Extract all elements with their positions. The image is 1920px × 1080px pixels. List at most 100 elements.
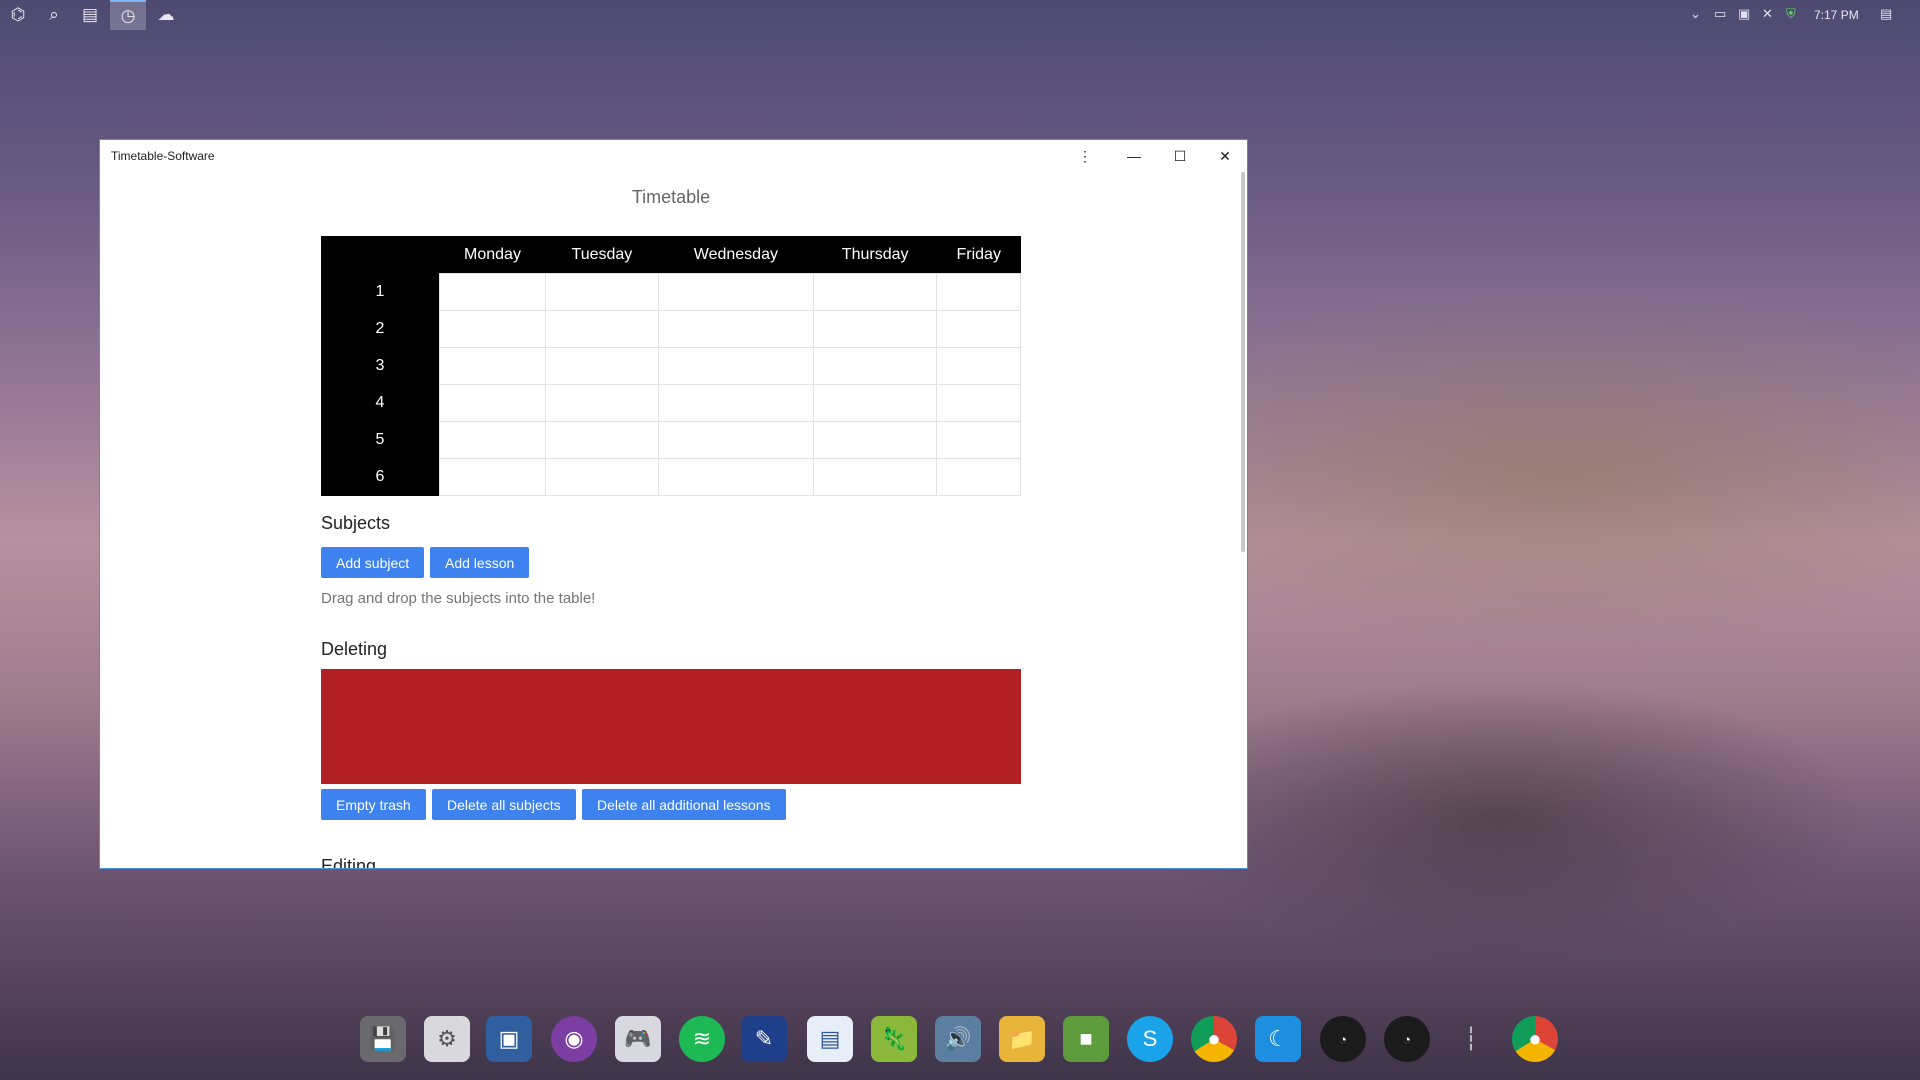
cloud-app-icon[interactable]: ☁ — [148, 2, 184, 28]
deleting-heading: Deleting — [321, 639, 388, 659]
lesson-cell[interactable] — [812, 421, 938, 459]
skype-icon[interactable]: S — [1127, 1016, 1173, 1062]
table-row: 4 — [321, 384, 1021, 422]
notifications-icon[interactable]: ▤ — [1880, 6, 1892, 22]
lesson-cell[interactable] — [657, 384, 814, 422]
subjects-heading: Subjects — [321, 513, 391, 533]
github-icon[interactable]: ◉ — [551, 1016, 597, 1062]
lesson-cell[interactable] — [936, 273, 1021, 311]
spotify-icon[interactable]: ≋ — [679, 1016, 725, 1062]
chrome-icon-2[interactable]: ● — [1512, 1016, 1558, 1062]
lesson-cell[interactable] — [936, 347, 1021, 385]
timetable: Monday Tuesday Wednesday Thursday Friday… — [321, 236, 1021, 496]
app-window: Timetable-Software ⋮ — ☐ ✕ Timetable Mon… — [99, 139, 1248, 869]
paint-icon[interactable]: ✎ — [741, 1016, 787, 1062]
period-cell: 6 — [321, 458, 440, 496]
lesson-cell[interactable] — [544, 347, 659, 385]
lesson-cell[interactable] — [544, 384, 659, 422]
table-row: 3 — [321, 347, 1021, 385]
add-subject-button[interactable]: Add subject — [321, 547, 425, 578]
chevron-up-icon[interactable]: ⌄ — [1690, 6, 1701, 22]
period-cell: 3 — [321, 347, 440, 385]
settings-icon[interactable]: ⚙ — [424, 1016, 470, 1062]
chrome-icon[interactable]: ● — [1191, 1016, 1237, 1062]
table-row: 6 — [321, 458, 1021, 496]
chameleon-icon[interactable]: 🦎 — [871, 1016, 917, 1062]
lesson-cell[interactable] — [657, 273, 814, 311]
divider-icon: ┆ — [1464, 1026, 1478, 1051]
lesson-cell[interactable] — [936, 310, 1021, 348]
minecraft-icon[interactable]: ■ — [1063, 1016, 1109, 1062]
lesson-cell[interactable] — [544, 421, 659, 459]
dock: 💾 ⚙ ▣ ◉ 🎮 ≋ ✎ ▤ 🦎 🔊 📁 ■ S ● ☾ ◔ ◔ ┆ ● — [0, 1010, 1920, 1080]
table-row: 5 — [321, 421, 1021, 459]
cpu-gauge-icon[interactable]: ◔ — [1320, 1016, 1366, 1062]
start-icon[interactable]: ⌬ — [0, 2, 36, 28]
day-header: Wednesday — [658, 236, 814, 274]
document-icon[interactable]: ▤ — [807, 1016, 853, 1062]
period-cell: 5 — [321, 421, 440, 459]
maximize-icon[interactable]: ☐ — [1157, 142, 1203, 170]
save-icon[interactable]: 💾 — [360, 1016, 406, 1062]
lesson-cell[interactable] — [439, 347, 546, 385]
shield-icon[interactable]: ⛨ — [1786, 6, 1796, 22]
lesson-cell[interactable] — [657, 458, 814, 496]
more-options-icon[interactable]: ⋮ — [1062, 142, 1108, 170]
lesson-cell[interactable] — [812, 273, 938, 311]
lesson-cell[interactable] — [439, 310, 546, 348]
add-lesson-button[interactable]: Add lesson — [430, 547, 530, 578]
top-taskbar: ⌬ ⌕ ▤ ◷ ☁ ⌄ ▭ ▣ ✕ ⛨ 7:17 PM ▤ — [0, 0, 1920, 30]
lesson-cell[interactable] — [544, 310, 659, 348]
window-title: Timetable-Software — [111, 149, 215, 163]
memory-gauge-icon[interactable]: ◔ — [1384, 1016, 1430, 1062]
period-cell: 1 — [321, 273, 440, 311]
period-cell: 4 — [321, 384, 440, 422]
table-row: 1 — [321, 273, 1021, 311]
volume-muted-icon[interactable]: ✕ — [1762, 6, 1773, 22]
drag-drop-hint: Drag and drop the subjects into the tabl… — [321, 590, 596, 607]
delete-all-subjects-button[interactable]: Delete all subjects — [432, 789, 576, 820]
speaker-icon[interactable]: 🔊 — [935, 1016, 981, 1062]
clock-time[interactable]: 7:17 PM — [1814, 8, 1859, 22]
lesson-cell[interactable] — [544, 458, 659, 496]
lesson-cell[interactable] — [439, 458, 546, 496]
day-header: Friday — [936, 236, 1021, 274]
trash-drop-zone[interactable] — [321, 669, 1021, 784]
network-icon[interactable]: ▣ — [1738, 6, 1750, 22]
lesson-cell[interactable] — [812, 384, 938, 422]
minimize-icon[interactable]: — — [1111, 142, 1157, 170]
lesson-cell[interactable] — [812, 458, 938, 496]
task-view-icon[interactable]: ▤ — [72, 2, 108, 28]
page-title: Timetable — [631, 187, 711, 207]
corner-cell — [321, 236, 440, 274]
lesson-cell[interactable] — [439, 421, 546, 459]
lesson-cell[interactable] — [439, 384, 546, 422]
monitor-icon[interactable]: ☾ — [1255, 1016, 1301, 1062]
scrollbar[interactable] — [1241, 172, 1245, 552]
battery-icon[interactable]: ▭ — [1714, 6, 1726, 22]
lesson-cell[interactable] — [936, 384, 1021, 422]
lesson-cell[interactable] — [657, 421, 814, 459]
clock-app-icon[interactable]: ◷ — [110, 0, 146, 30]
lesson-cell[interactable] — [439, 273, 546, 311]
search-icon[interactable]: ⌕ — [36, 2, 72, 28]
close-icon[interactable]: ✕ — [1202, 142, 1247, 170]
period-cell: 2 — [321, 310, 440, 348]
lesson-cell[interactable] — [544, 273, 659, 311]
lesson-cell[interactable] — [657, 347, 814, 385]
virtualbox-icon[interactable]: ▣ — [486, 1016, 532, 1062]
day-header: Thursday — [813, 236, 937, 274]
lesson-cell[interactable] — [936, 421, 1021, 459]
table-row: 2 — [321, 310, 1021, 348]
delete-additional-lessons-button[interactable]: Delete all additional lessons — [582, 789, 786, 820]
empty-trash-button[interactable]: Empty trash — [321, 789, 426, 820]
lesson-cell[interactable] — [812, 310, 938, 348]
title-bar[interactable]: Timetable-Software ⋮ — ☐ ✕ — [100, 140, 1247, 170]
folder-icon[interactable]: 📁 — [999, 1016, 1045, 1062]
editing-heading: Editing — [321, 856, 377, 869]
lesson-cell[interactable] — [657, 310, 814, 348]
lesson-cell[interactable] — [812, 347, 938, 385]
lesson-cell[interactable] — [936, 458, 1021, 496]
day-header: Tuesday — [545, 236, 659, 274]
gamepad-icon[interactable]: 🎮 — [615, 1016, 661, 1062]
